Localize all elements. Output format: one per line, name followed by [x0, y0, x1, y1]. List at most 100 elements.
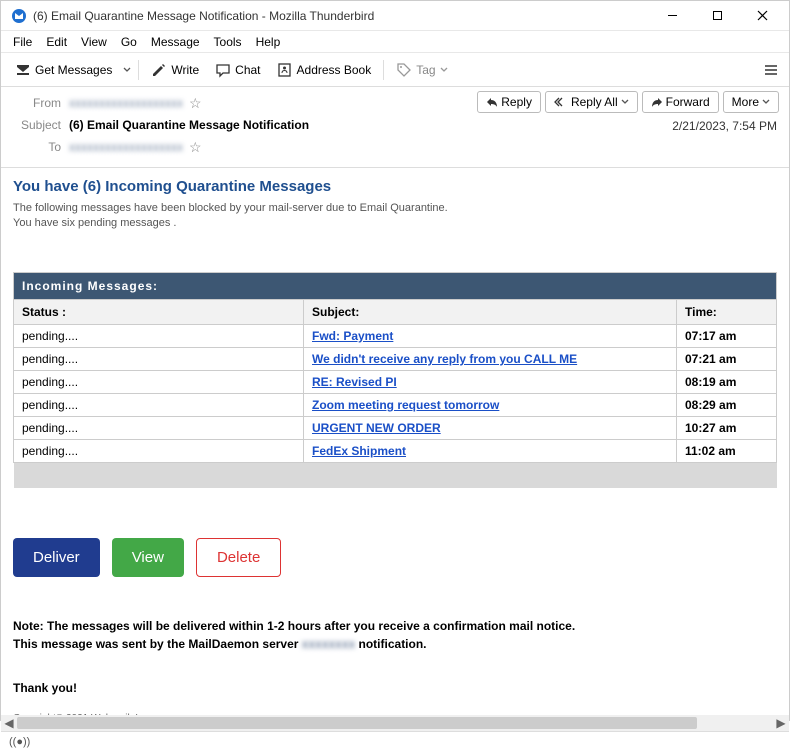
row-status: pending....: [14, 324, 304, 347]
scroll-left-icon[interactable]: ◀: [1, 715, 17, 731]
to-label: To: [11, 140, 61, 154]
row-subject: RE: Revised PI: [304, 370, 677, 393]
scroll-thumb[interactable]: [17, 717, 697, 729]
table-row: pending.... Zoom meeting request tomorrow…: [14, 393, 777, 416]
deliver-button[interactable]: Deliver: [13, 538, 100, 577]
from-value[interactable]: xxxxxxxxxxxxxxxxxxx: [69, 96, 183, 110]
titlebar: (6) Email Quarantine Message Notificatio…: [1, 1, 789, 31]
thunderbird-icon: [11, 8, 27, 24]
maximize-button[interactable]: [695, 1, 740, 31]
menu-help[interactable]: Help: [250, 33, 287, 51]
menu-view[interactable]: View: [75, 33, 113, 51]
chat-button[interactable]: Chat: [207, 59, 268, 81]
app-menu-button[interactable]: [759, 58, 783, 82]
address-book-button[interactable]: Address Book: [269, 59, 380, 81]
row-time: 08:29 am: [677, 393, 777, 416]
minimize-button[interactable]: [650, 1, 695, 31]
star-icon[interactable]: ☆: [189, 139, 202, 156]
subject-link[interactable]: RE: Revised PI: [312, 375, 397, 389]
subject-link[interactable]: We didn't receive any reply from you CAL…: [312, 352, 577, 366]
get-messages-label: Get Messages: [35, 63, 112, 77]
write-button[interactable]: Write: [143, 59, 207, 81]
message-actions: Reply Reply All Forward More: [477, 91, 779, 113]
tag-icon: [396, 62, 412, 78]
from-label: From: [11, 96, 61, 110]
separator: [383, 60, 384, 80]
row-status: pending....: [14, 439, 304, 462]
tag-label: Tag: [416, 63, 435, 77]
address-book-label: Address Book: [297, 63, 372, 77]
table-title: Incoming Messages:: [14, 272, 777, 299]
get-messages-button[interactable]: Get Messages: [7, 59, 120, 81]
thank-text: Thank you!: [13, 681, 777, 695]
more-button[interactable]: More: [723, 91, 779, 113]
reply-all-button[interactable]: Reply All: [545, 91, 638, 113]
close-button[interactable]: [740, 1, 785, 31]
row-time: 07:17 am: [677, 324, 777, 347]
body-text: The following messages have been blocked…: [13, 201, 777, 232]
subject-value: (6) Email Quarantine Message Notificatio…: [69, 118, 309, 132]
menubar: FileEditViewGoMessageToolsHelp: [1, 31, 789, 53]
delete-button[interactable]: Delete: [196, 538, 281, 577]
download-icon: [15, 62, 31, 78]
to-value[interactable]: xxxxxxxxxxxxxxxxxxx: [69, 140, 183, 154]
get-messages-dropdown[interactable]: [120, 63, 134, 77]
subject-link[interactable]: Fwd: Payment: [312, 329, 393, 343]
subject-link[interactable]: URGENT NEW ORDER: [312, 421, 441, 435]
table-row: pending.... We didn't receive any reply f…: [14, 347, 777, 370]
col-status: Status :: [14, 299, 304, 324]
chat-icon: [215, 62, 231, 78]
menu-message[interactable]: Message: [145, 33, 206, 51]
statusbar: ((●)): [1, 731, 789, 751]
star-icon[interactable]: ☆: [189, 95, 202, 112]
connection-icon: ((●)): [9, 736, 30, 748]
quarantine-table: Incoming Messages: Status : Subject: Tim…: [13, 272, 777, 489]
row-subject: We didn't receive any reply from you CAL…: [304, 347, 677, 370]
subject-label: Subject: [11, 118, 61, 132]
table-row: pending.... RE: Revised PI 08:19 am: [14, 370, 777, 393]
message-date: 2/21/2023, 7:54 PM: [672, 119, 777, 133]
menu-file[interactable]: File: [7, 33, 38, 51]
message-body: You have (6) Incoming Quarantine Message…: [1, 168, 789, 731]
tag-button[interactable]: Tag: [388, 59, 455, 81]
row-time: 10:27 am: [677, 416, 777, 439]
row-status: pending....: [14, 370, 304, 393]
row-subject: FedEx Shipment: [304, 439, 677, 462]
row-time: 07:21 am: [677, 347, 777, 370]
chat-label: Chat: [235, 63, 260, 77]
pencil-icon: [151, 62, 167, 78]
row-subject: URGENT NEW ORDER: [304, 416, 677, 439]
scroll-right-icon[interactable]: ▶: [773, 715, 789, 731]
window-title: (6) Email Quarantine Message Notificatio…: [33, 9, 650, 23]
forward-button[interactable]: Forward: [642, 91, 719, 113]
row-time: 11:02 am: [677, 439, 777, 462]
table-footer: [14, 462, 777, 488]
message-header: Reply Reply All Forward More 2/21/2023, …: [1, 87, 789, 168]
toolbar: Get Messages Write Chat Address Book Tag: [1, 53, 789, 87]
row-status: pending....: [14, 393, 304, 416]
row-subject: Fwd: Payment: [304, 324, 677, 347]
horizontal-scrollbar[interactable]: ◀ ▶: [1, 715, 789, 731]
row-time: 08:19 am: [677, 370, 777, 393]
table-row: pending.... URGENT NEW ORDER 10:27 am: [14, 416, 777, 439]
action-buttons: Deliver View Delete: [13, 538, 777, 577]
view-button[interactable]: View: [112, 538, 184, 577]
subject-link[interactable]: Zoom meeting request tomorrow: [312, 398, 499, 412]
note-text: Note: The messages will be delivered wit…: [13, 617, 777, 653]
table-row: pending.... FedEx Shipment 11:02 am: [14, 439, 777, 462]
menu-edit[interactable]: Edit: [40, 33, 73, 51]
write-label: Write: [171, 63, 199, 77]
table-row: pending.... Fwd: Payment 07:17 am: [14, 324, 777, 347]
col-time: Time:: [677, 299, 777, 324]
row-subject: Zoom meeting request tomorrow: [304, 393, 677, 416]
address-book-icon: [277, 62, 293, 78]
menu-tools[interactable]: Tools: [208, 33, 248, 51]
row-status: pending....: [14, 416, 304, 439]
col-subject: Subject:: [304, 299, 677, 324]
body-title: You have (6) Incoming Quarantine Message…: [13, 178, 777, 195]
separator: [138, 60, 139, 80]
menu-go[interactable]: Go: [115, 33, 143, 51]
reply-button[interactable]: Reply: [477, 91, 541, 113]
row-status: pending....: [14, 347, 304, 370]
subject-link[interactable]: FedEx Shipment: [312, 444, 406, 458]
